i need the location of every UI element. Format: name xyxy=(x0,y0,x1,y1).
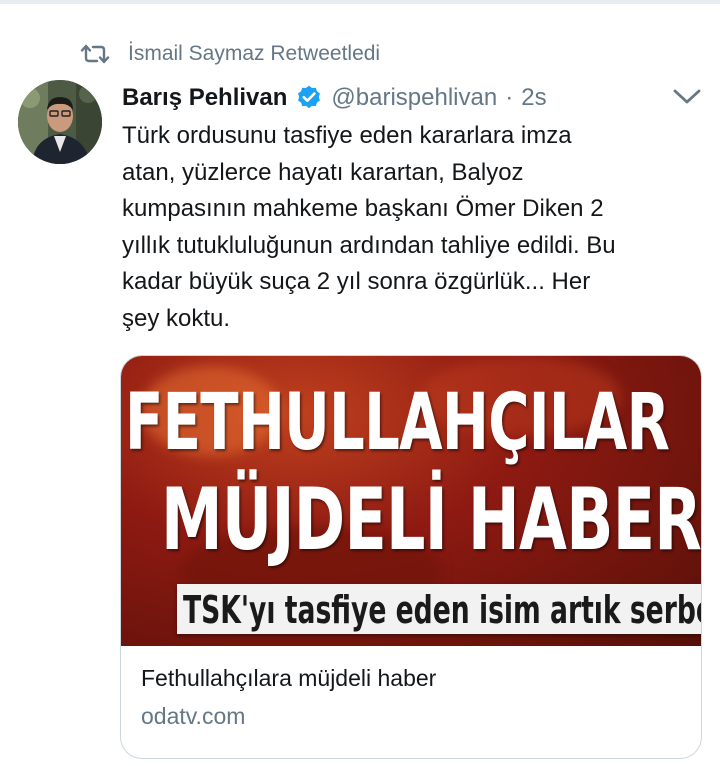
avatar-photo xyxy=(18,80,102,164)
retweet-icon xyxy=(80,44,110,64)
card-image-headline: FETHULLAHÇILAR xyxy=(125,378,670,468)
avatar[interactable] xyxy=(18,80,102,164)
top-divider xyxy=(0,0,720,4)
tweet-text-line: atan, yüzlerce hayatı karartan, Balyoz xyxy=(122,158,524,186)
tweet-text-line: Türk ordusunu tasfiye eden kararlara imz… xyxy=(122,122,572,149)
card-domain[interactable]: odatv.com xyxy=(141,700,681,732)
card-title[interactable]: Fethullahçılara müjdeli haber xyxy=(141,662,681,694)
tweet-text-line: şey koktu. xyxy=(122,304,231,332)
tweet-text-line: yıllık tutukluluğunun ardından tahliye e… xyxy=(122,231,616,259)
meta-separator: · xyxy=(505,84,514,111)
tweet-header: Barış Pehlivan @barispehlivan · 2s xyxy=(122,80,702,116)
author-handle[interactable]: @barispehlivan xyxy=(331,84,497,112)
chevron-down-icon[interactable] xyxy=(672,86,702,108)
tweet-text-line: kadar büyük suça 2 yıl sonra özgürlük...… xyxy=(122,268,591,295)
retweet-label[interactable]: İsmail Saymaz Retweetledi xyxy=(128,42,380,66)
author-name[interactable]: Barış Pehlivan xyxy=(122,84,287,112)
card-image-headline: MÜJDELİ HABER xyxy=(161,470,701,570)
tweet-text: Türk ordusunu tasfiye eden kararlara imz… xyxy=(122,118,702,337)
tweet-text-line: kumpasının mahkeme başkanı Ömer Diken 2 xyxy=(122,195,604,222)
verified-badge-icon xyxy=(298,85,321,109)
tweet-timestamp[interactable]: 2s xyxy=(521,84,546,112)
link-card[interactable]: FETHULLAHÇILAR MÜJDELİ HABER TSK'yı tasf… xyxy=(120,355,702,759)
card-image-caption: TSK'yı tasfiye eden isim artık serbest xyxy=(183,588,701,632)
card-body: Fethullahçılara müjdeli haber odatv.com xyxy=(141,662,681,732)
card-image: FETHULLAHÇILAR MÜJDELİ HABER TSK'yı tasf… xyxy=(121,356,701,646)
retweet-context: İsmail Saymaz Retweetledi xyxy=(80,38,380,70)
card-image-caption-bar: TSK'yı tasfiye eden isim artık serbest xyxy=(177,584,701,634)
